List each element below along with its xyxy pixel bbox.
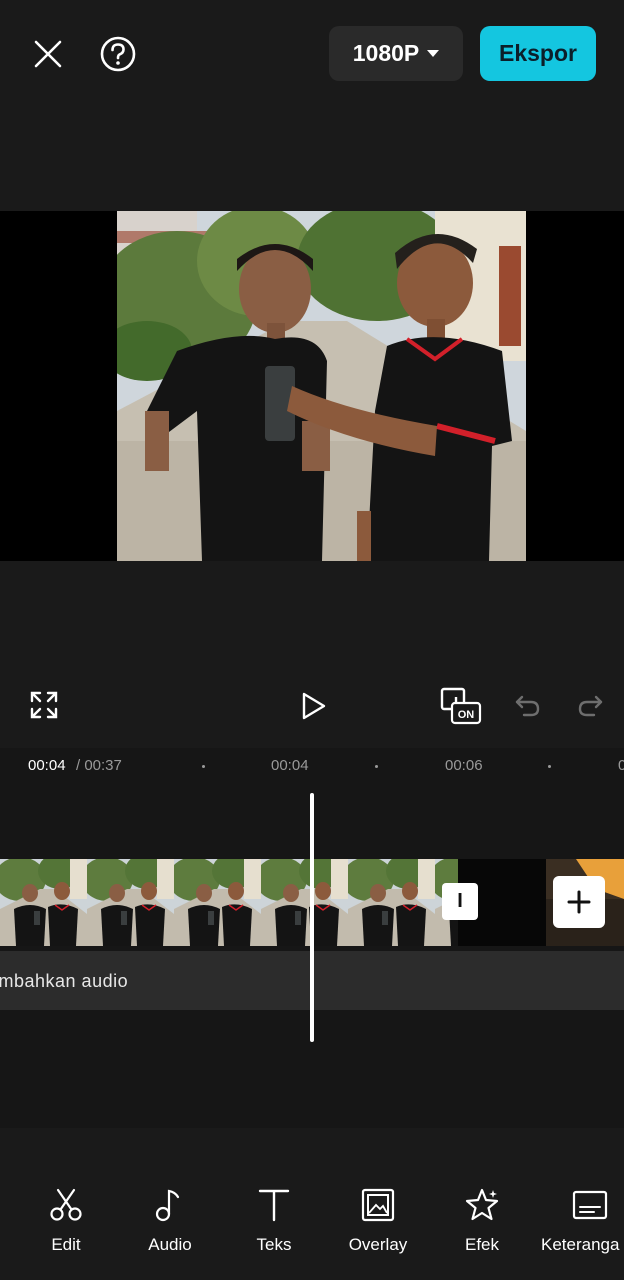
time-tick: [548, 765, 551, 768]
time-marker: 00:06: [445, 757, 483, 774]
close-button[interactable]: [26, 32, 70, 76]
toolbar-label: Overlay: [348, 1235, 408, 1254]
resolution-label: 1080P: [352, 40, 420, 66]
plus-icon: [567, 890, 591, 914]
clip-thumbnail: [0, 859, 87, 946]
transition-button[interactable]: I: [442, 883, 478, 920]
scissors-icon: [50, 1188, 82, 1221]
redo-icon: [578, 695, 603, 717]
video-preview-area: [0, 211, 624, 561]
video-frame-image: [117, 211, 526, 561]
redo-button[interactable]: [572, 686, 608, 724]
play-button[interactable]: [290, 683, 336, 729]
help-button[interactable]: [96, 32, 140, 76]
clip-thumbnail: [261, 859, 348, 946]
transition-label: I: [457, 890, 463, 912]
export-button[interactable]: Ekspor: [480, 26, 596, 81]
toolbar-label: Teks: [256, 1235, 292, 1254]
clip-thumbnail: [174, 859, 261, 946]
toolbar-overlay-button[interactable]: Overlay: [333, 1185, 423, 1255]
toolbar-label: Efek: [464, 1235, 500, 1254]
total-duration: / 00:37: [76, 757, 122, 774]
keyframe-toggle-button[interactable]: ON: [438, 685, 484, 727]
current-time: 00:04: [28, 757, 66, 774]
toolbar-label: Audio: [148, 1235, 192, 1254]
toolbar-audio-button[interactable]: Audio: [125, 1185, 215, 1255]
caption-icon: [572, 1190, 608, 1220]
toolbar-captions-button[interactable]: Keteranga: [541, 1185, 624, 1255]
undo-icon: [515, 695, 540, 717]
toolbar-label: Edit: [51, 1235, 81, 1254]
fullscreen-icon: [30, 691, 58, 719]
keyframe-on-icon: ON: [440, 687, 482, 725]
clip-thumbnail: [87, 859, 174, 946]
clip-thumbnail: [348, 859, 435, 946]
play-icon: [302, 692, 326, 720]
fullscreen-button[interactable]: [24, 685, 64, 725]
undo-button[interactable]: [510, 686, 546, 724]
export-label: Ekspor: [499, 40, 577, 66]
keyframe-badge: ON: [458, 709, 475, 721]
video-clip-filmstrip[interactable]: [0, 859, 458, 946]
time-tick: [202, 765, 205, 768]
toolbar-effects-button[interactable]: Efek: [437, 1185, 527, 1255]
star-effect-icon: [465, 1188, 499, 1221]
overlay-icon: [361, 1188, 395, 1222]
time-marker: 00:04: [271, 757, 309, 774]
toolbar-text-button[interactable]: Teks: [229, 1185, 319, 1255]
video-preview-frame[interactable]: [117, 211, 526, 561]
add-clip-button[interactable]: [553, 876, 605, 928]
toolbar-edit-button[interactable]: Edit: [21, 1185, 111, 1255]
question-circle-icon: [100, 36, 136, 72]
close-icon: [34, 40, 62, 68]
resolution-dropdown[interactable]: 1080P: [329, 26, 463, 81]
time-tick: [375, 765, 378, 768]
add-audio-label: ambahkan audio: [0, 971, 129, 991]
music-note-icon: [155, 1189, 180, 1222]
toolbar-label: Keteranga: [541, 1235, 620, 1254]
time-marker: 0: [618, 757, 624, 774]
playhead[interactable]: [310, 793, 314, 1042]
text-icon: [258, 1189, 290, 1222]
chevron-down-icon: [427, 50, 440, 57]
